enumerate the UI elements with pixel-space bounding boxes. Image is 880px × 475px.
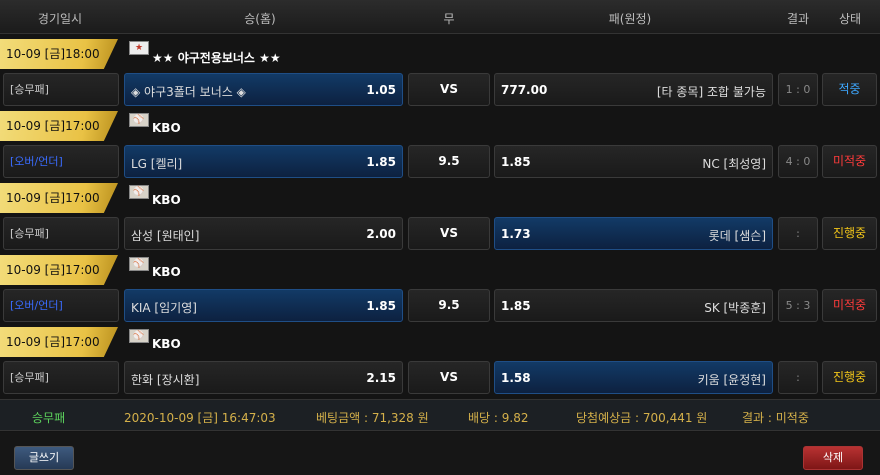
status-badge: 적중 bbox=[822, 73, 877, 106]
home-odds: 1.05 bbox=[366, 83, 396, 97]
draw-pick-button[interactable]: 9.5 bbox=[408, 289, 490, 322]
game-row: [승무패] 삼성 [원태인] 2.00 VS 1.73 롯데 [샘슨]: 진행중 bbox=[0, 215, 880, 253]
away-odds: 1.85 bbox=[501, 299, 531, 313]
summary-odds: 배당 : 9.82 bbox=[468, 411, 529, 425]
league-name: KBO bbox=[152, 121, 181, 135]
home-team: KIA [임기영] bbox=[131, 301, 197, 315]
home-pick-button[interactable]: ◈ 야구3폴더 보너스 ◈ 1.05 bbox=[124, 73, 403, 106]
footer: 글쓰기 삭제 bbox=[0, 432, 880, 475]
home-team: LG [켈리] bbox=[131, 157, 183, 171]
home-pick-button[interactable]: LG [켈리] 1.85 bbox=[124, 145, 403, 178]
away-team: NC [최성영] bbox=[702, 157, 766, 171]
bet-type: [승무패] bbox=[3, 73, 119, 106]
game-date-row: 10-09 [금]18:00 ★ ★★ 야구전용보너스 ★★ bbox=[0, 37, 880, 71]
home-odds: 2.15 bbox=[366, 371, 396, 385]
write-button[interactable]: 글쓰기 bbox=[14, 446, 74, 470]
status-badge: 진행중 bbox=[822, 361, 877, 394]
status-badge: 미적중 bbox=[822, 145, 877, 178]
away-pick-button[interactable]: 1.85 NC [최성영] bbox=[494, 145, 773, 178]
baseball-icon: ⚾ bbox=[129, 185, 149, 199]
game-row: [오버/언더] KIA [임기영] 1.85 9.5 1.85 SK [박종훈] 5 : 3… bbox=[0, 287, 880, 325]
summary-expected-win: 당첨예상금 : 700,441 원 bbox=[576, 411, 708, 425]
delete-button[interactable]: 삭제 bbox=[803, 446, 863, 470]
home-team: ◈ 야구3폴더 보너스 ◈ bbox=[131, 85, 246, 99]
game-datetime: 10-09 [금]17:00 bbox=[0, 255, 118, 285]
header-date: 경기일시 bbox=[37, 12, 83, 26]
league-name: KBO bbox=[152, 337, 181, 351]
game-date-row: 10-09 [금]17:00 ⚾ KBO bbox=[0, 325, 880, 359]
baseball-icon: ⚾ bbox=[129, 329, 149, 343]
bet-type: [승무패] bbox=[3, 361, 119, 394]
away-team: SK [박종훈] bbox=[704, 301, 766, 315]
home-odds: 1.85 bbox=[366, 299, 396, 313]
league-name: KBO bbox=[152, 265, 181, 279]
away-pick-button[interactable]: 1.58 키움 [윤정현] bbox=[494, 361, 773, 394]
home-team: 삼성 [원태인] bbox=[131, 229, 200, 243]
away-team: 롯데 [샘슨] bbox=[708, 229, 766, 243]
game-row: [오버/언더] LG [켈리] 1.85 9.5 1.85 NC [최성영] 4 : 0 미적… bbox=[0, 143, 880, 181]
away-odds: 1.85 bbox=[501, 155, 531, 169]
home-odds: 1.85 bbox=[366, 155, 396, 169]
draw-pick-button[interactable]: VS bbox=[408, 73, 490, 106]
draw-pick-button[interactable]: VS bbox=[408, 361, 490, 394]
bet-type: [승무패] bbox=[3, 217, 119, 250]
away-pick-button[interactable]: 1.85 SK [박종훈] bbox=[494, 289, 773, 322]
table-header: 경기일시 승(홈) 무 패(원정) 결과 상태 bbox=[0, 0, 880, 34]
game-row: [승무패] ◈ 야구3폴더 보너스 ◈ 1.05 VS 777.00 [타 종목] 조합 … bbox=[0, 71, 880, 109]
away-pick-button[interactable]: 777.00 [타 종목] 조합 불가능 bbox=[494, 73, 773, 106]
game-datetime: 10-09 [금]17:00 bbox=[0, 111, 118, 141]
baseball-icon: ⚾ bbox=[129, 113, 149, 127]
summary-bet-amount: 베팅금액 : 71,328 원 bbox=[316, 411, 429, 425]
game-datetime: 10-09 [금]18:00 bbox=[0, 39, 118, 69]
game-datetime: 10-09 [금]17:00 bbox=[0, 183, 118, 213]
bet-type: [오버/언더] bbox=[3, 289, 119, 322]
draw-pick-button[interactable]: VS bbox=[408, 217, 490, 250]
bet-summary: 승무패 2020-10-09 [금] 16:47:03 베팅금액 : 71,32… bbox=[0, 399, 880, 431]
away-odds: 1.73 bbox=[501, 227, 531, 241]
bonus-badge-icon: ★ bbox=[129, 41, 149, 55]
game-score: : bbox=[778, 217, 818, 250]
header-draw: 무 bbox=[443, 12, 455, 26]
away-team: [타 종목] 조합 불가능 bbox=[656, 85, 766, 99]
home-pick-button[interactable]: 삼성 [원태인] 2.00 bbox=[124, 217, 403, 250]
league-name: KBO bbox=[152, 193, 181, 207]
home-pick-button[interactable]: KIA [임기영] 1.85 bbox=[124, 289, 403, 322]
summary-result: 결과 : 미적중 bbox=[742, 411, 809, 425]
status-badge: 미적중 bbox=[822, 289, 877, 322]
home-odds: 2.00 bbox=[366, 227, 396, 241]
away-pick-button[interactable]: 1.73 롯데 [샘슨] bbox=[494, 217, 773, 250]
game-score: 5 : 3 bbox=[778, 289, 818, 322]
away-odds: 1.58 bbox=[501, 371, 531, 385]
game-row: [승무패] 한화 [장시환] 2.15 VS 1.58 키움 [윤정현]: 진행중 bbox=[0, 359, 880, 397]
game-datetime: 10-09 [금]17:00 bbox=[0, 327, 118, 357]
baseball-icon: ⚾ bbox=[129, 257, 149, 271]
game-date-row: 10-09 [금]17:00 ⚾ KBO bbox=[0, 253, 880, 287]
game-score: : bbox=[778, 361, 818, 394]
header-result: 결과 bbox=[786, 12, 810, 26]
draw-pick-button[interactable]: 9.5 bbox=[408, 145, 490, 178]
bet-type: [오버/언더] bbox=[3, 145, 119, 178]
home-team: 한화 [장시환] bbox=[131, 373, 200, 387]
game-date-row: 10-09 [금]17:00 ⚾ KBO bbox=[0, 109, 880, 143]
summary-datetime: 2020-10-09 [금] 16:47:03 bbox=[124, 411, 276, 425]
summary-type: 승무패 bbox=[32, 411, 66, 425]
game-score: 4 : 0 bbox=[778, 145, 818, 178]
home-pick-button[interactable]: 한화 [장시환] 2.15 bbox=[124, 361, 403, 394]
header-away: 패(원정) bbox=[608, 12, 652, 26]
game-score: 1 : 0 bbox=[778, 73, 818, 106]
game-date-row: 10-09 [금]17:00 ⚾ KBO bbox=[0, 181, 880, 215]
header-status: 상태 bbox=[838, 12, 862, 26]
away-team: 키움 [윤정현] bbox=[697, 373, 766, 387]
league-name: ★★ 야구전용보너스 ★★ bbox=[152, 51, 281, 65]
away-odds: 777.00 bbox=[501, 83, 548, 97]
status-badge: 진행중 bbox=[822, 217, 877, 250]
header-home: 승(홈) bbox=[244, 12, 276, 26]
